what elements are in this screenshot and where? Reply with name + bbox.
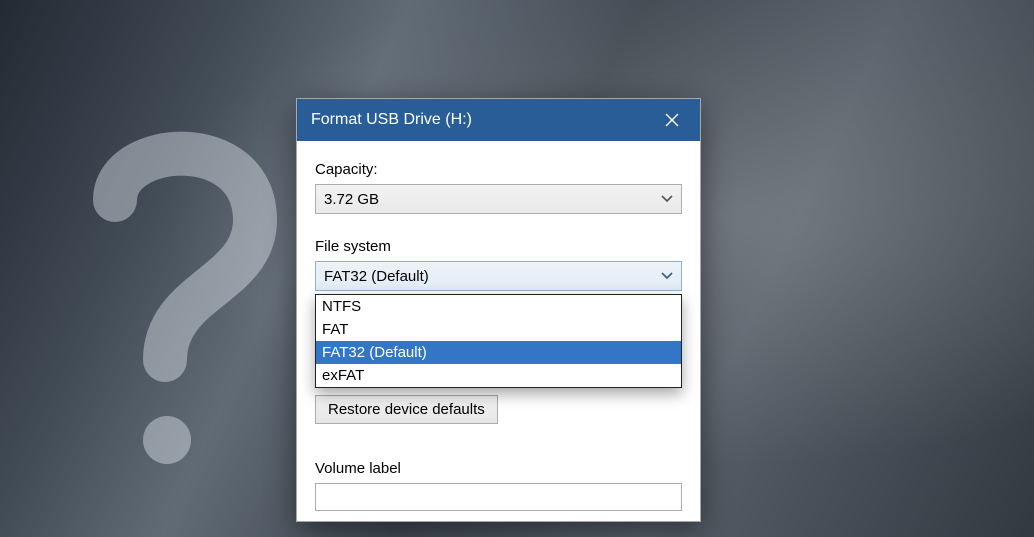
capacity-select-value: 3.72 GB (324, 191, 379, 208)
dialog-body: Capacity: 3.72 GB File system FAT32 (Def… (297, 141, 700, 521)
format-dialog: Format USB Drive (H:) Capacity: 3.72 GB … (296, 98, 701, 522)
filesystem-select-value: FAT32 (Default) (324, 268, 429, 285)
question-mark-decoration (55, 110, 315, 470)
filesystem-option[interactable]: NTFS (316, 295, 681, 318)
chevron-down-icon (661, 272, 673, 280)
volume-label-input[interactable] (315, 483, 682, 511)
chevron-down-icon (661, 195, 673, 203)
filesystem-option[interactable]: exFAT (316, 364, 681, 387)
capacity-label: Capacity: (315, 161, 682, 178)
close-button[interactable] (644, 99, 700, 141)
close-icon (665, 113, 679, 127)
filesystem-select[interactable]: FAT32 (Default) (315, 261, 682, 291)
volume-label-label: Volume label (315, 460, 682, 477)
restore-defaults-button[interactable]: Restore device defaults (315, 395, 498, 424)
filesystem-option[interactable]: FAT32 (Default) (316, 341, 681, 364)
filesystem-label: File system (315, 238, 682, 255)
capacity-select[interactable]: 3.72 GB (315, 184, 682, 214)
desktop-background: Format USB Drive (H:) Capacity: 3.72 GB … (0, 0, 1034, 537)
dialog-title: Format USB Drive (H:) (311, 111, 644, 129)
dialog-titlebar[interactable]: Format USB Drive (H:) (297, 99, 700, 141)
filesystem-option[interactable]: FAT (316, 318, 681, 341)
filesystem-dropdown-list[interactable]: NTFS FAT FAT32 (Default) exFAT (315, 294, 682, 388)
